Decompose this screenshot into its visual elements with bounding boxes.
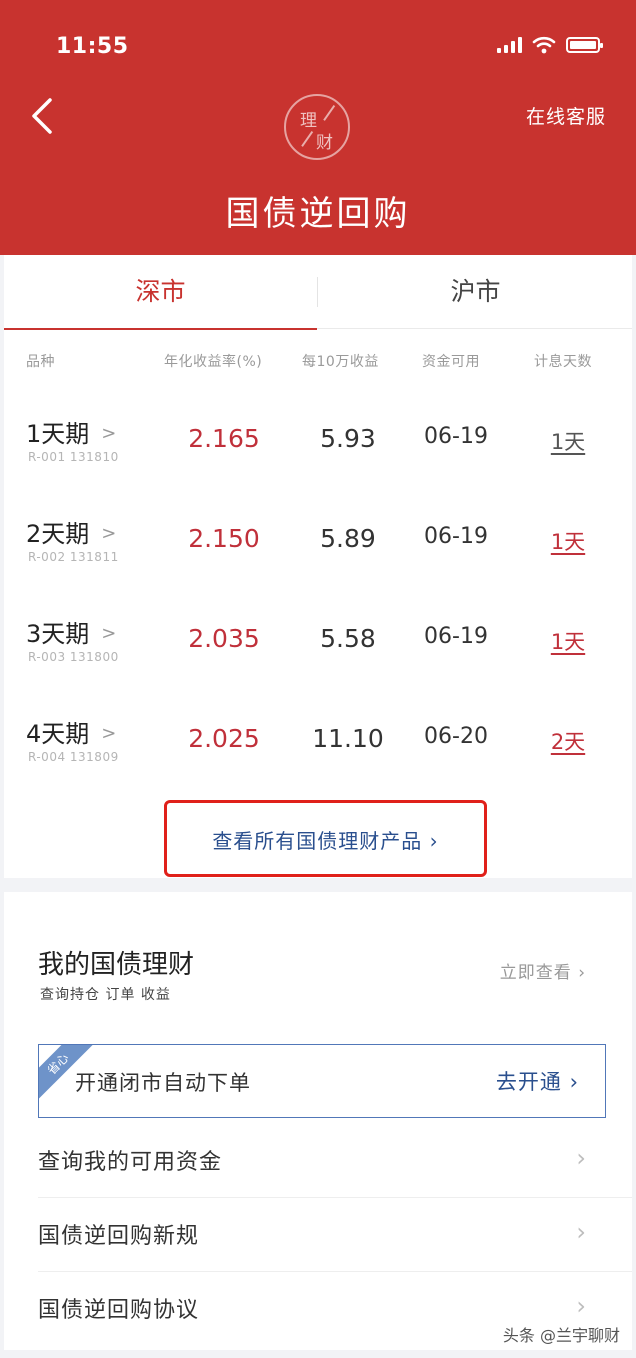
view-all-products-link[interactable]: 查看所有国债理财产品 › bbox=[167, 825, 484, 854]
view-now-link[interactable]: 立即查看 › bbox=[500, 958, 586, 983]
chevron-right-icon: > bbox=[101, 523, 117, 544]
my-treasury-card: 我的国债理财 查询持仓 订单 收益 立即查看 › 省心 开通闭市自动下单 去开通… bbox=[4, 892, 632, 1350]
status-time: 11:55 bbox=[56, 34, 129, 59]
product-name[interactable]: 3天期 > bbox=[26, 614, 116, 649]
menu-item-label: 国债逆回购新规 bbox=[38, 1224, 200, 1249]
chevron-right-icon: > bbox=[101, 723, 117, 744]
column-header-available: 资金可用 bbox=[422, 354, 480, 370]
interest-days[interactable]: 2天 bbox=[514, 726, 622, 756]
activate-button[interactable]: 去开通 › bbox=[496, 1066, 579, 1096]
profit-per-100k: 11.10 bbox=[312, 724, 384, 753]
table-row[interactable]: 1天期 > R-001 131810 2.165 5.93 06-19 1天 bbox=[4, 414, 632, 514]
product-name[interactable]: 2天期 > bbox=[26, 514, 116, 549]
logo-char-2: 财 bbox=[316, 133, 333, 153]
product-code: R-001 131810 bbox=[28, 450, 119, 464]
funds-available-date: 06-19 bbox=[424, 424, 488, 449]
menu-item-label: 国债逆回购协议 bbox=[38, 1298, 200, 1323]
annual-rate: 2.035 bbox=[188, 624, 260, 653]
watermark: 头条 @兰宇聊财 bbox=[502, 1326, 620, 1345]
back-icon[interactable] bbox=[26, 96, 66, 136]
column-header-product: 品种 bbox=[26, 354, 55, 370]
chevron-right-icon: > bbox=[101, 623, 117, 644]
interest-days[interactable]: 1天 bbox=[514, 626, 622, 656]
table-row[interactable]: 2天期 > R-002 131811 2.150 5.89 06-19 1天 bbox=[4, 514, 632, 614]
annual-rate: 2.025 bbox=[188, 724, 260, 753]
interest-days[interactable]: 1天 bbox=[514, 526, 622, 556]
funds-available-date: 06-19 bbox=[424, 624, 488, 649]
chevron-right-icon: › bbox=[576, 1144, 586, 1172]
market-tabs: 深市 沪市 bbox=[4, 255, 632, 330]
product-name[interactable]: 1天期 > bbox=[26, 414, 116, 449]
my-treasury-title: 我的国债理财 bbox=[38, 950, 195, 980]
chevron-right-icon: › bbox=[576, 1292, 586, 1320]
profit-per-100k: 5.93 bbox=[320, 424, 376, 453]
auto-order-text: 开通闭市自动下单 bbox=[75, 1071, 251, 1095]
logo-char-1: 理 bbox=[300, 111, 317, 131]
menu-item-label: 查询我的可用资金 bbox=[38, 1150, 223, 1175]
funds-available-date: 06-19 bbox=[424, 524, 488, 549]
auto-order-banner[interactable]: 省心 开通闭市自动下单 去开通 › bbox=[38, 1044, 606, 1118]
status-icons bbox=[497, 36, 603, 54]
profit-per-100k: 5.58 bbox=[320, 624, 376, 653]
signal-icon bbox=[497, 37, 522, 53]
view-all-highlight: 查看所有国债理财产品 › bbox=[164, 800, 487, 877]
funds-available-date: 06-20 bbox=[424, 724, 488, 749]
annual-rate: 2.165 bbox=[188, 424, 260, 453]
table-row[interactable]: 4天期 > R-004 131809 2.025 11.10 06-20 2天 bbox=[4, 714, 632, 814]
profit-per-100k: 5.89 bbox=[320, 524, 376, 553]
product-code: R-002 131811 bbox=[28, 550, 119, 564]
battery-icon bbox=[566, 37, 603, 53]
product-code: R-004 131809 bbox=[28, 750, 119, 764]
column-header-rate: 年化收益率(%) bbox=[164, 354, 263, 370]
column-header-days: 计息天数 bbox=[534, 354, 592, 370]
interest-days[interactable]: 1天 bbox=[514, 426, 622, 456]
product-name[interactable]: 4天期 > bbox=[26, 714, 116, 749]
chevron-right-icon: > bbox=[101, 423, 117, 444]
annual-rate: 2.150 bbox=[188, 524, 260, 553]
menu-item-available-funds[interactable]: 查询我的可用资金 › bbox=[4, 1124, 632, 1198]
table-row[interactable]: 3天期 > R-003 131800 2.035 5.58 06-19 1天 bbox=[4, 614, 632, 714]
product-code: R-003 131800 bbox=[28, 650, 119, 664]
menu-item-new-rules[interactable]: 国债逆回购新规 › bbox=[4, 1198, 632, 1272]
chevron-right-icon: › bbox=[576, 1218, 586, 1246]
my-treasury-subtitle: 查询持仓 订单 收益 bbox=[40, 987, 171, 1003]
tab-shanghai[interactable]: 沪市 bbox=[319, 255, 632, 329]
page-title: 国债逆回购 bbox=[225, 194, 411, 234]
column-header-profit: 每10万收益 bbox=[302, 354, 379, 370]
tab-shenzhen[interactable]: 深市 bbox=[4, 255, 317, 330]
header: 11:55 理 财 在线客服 国债逆回购 bbox=[0, 0, 636, 255]
online-service-link[interactable]: 在线客服 bbox=[526, 102, 606, 129]
wifi-icon bbox=[532, 36, 556, 54]
logo: 理 财 bbox=[284, 94, 350, 160]
product-card: 深市 沪市 品种 年化收益率(%) 每10万收益 资金可用 计息天数 1天期 > … bbox=[4, 255, 632, 878]
